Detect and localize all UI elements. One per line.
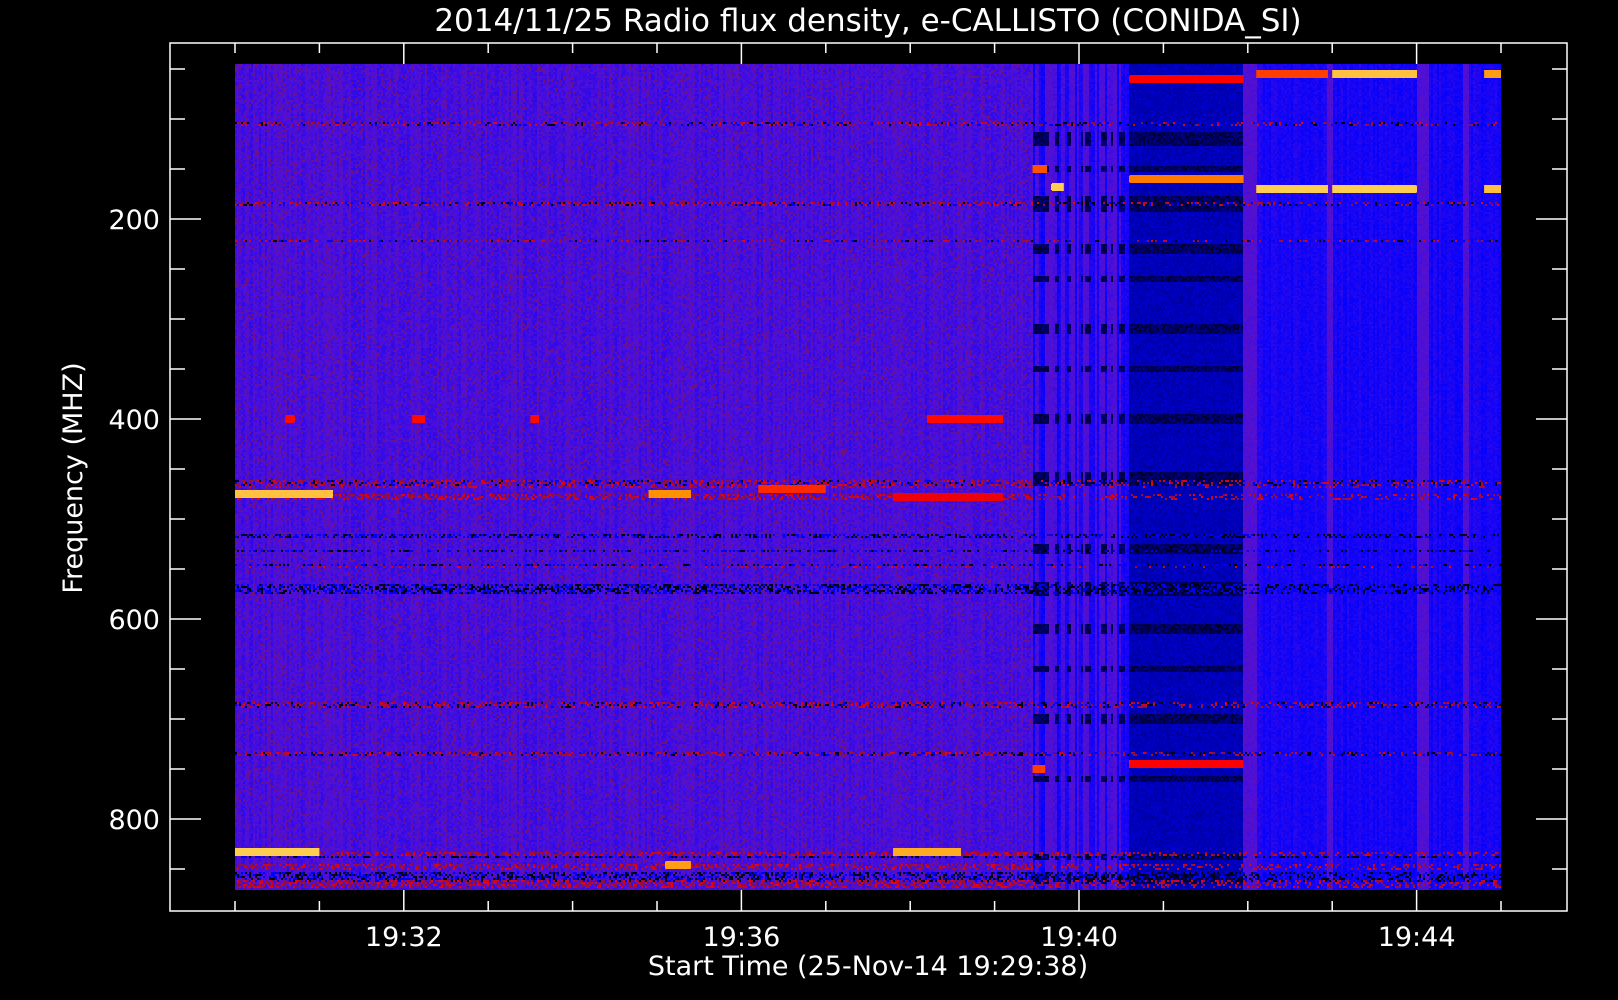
burst-feature: [1129, 75, 1244, 83]
burst-features: [235, 70, 1501, 869]
burst-feature: [1332, 185, 1417, 193]
y-tick-label: 600: [108, 605, 160, 636]
burst-feature: [1051, 183, 1064, 191]
x-axis-label: Start Time (25-Nov-14 19:29:38): [648, 951, 1088, 982]
plot-frame: [169, 42, 1568, 912]
burst-feature: [1332, 70, 1417, 78]
chart-title: 2014/11/25 Radio flux density, e-CALLIST…: [434, 3, 1301, 39]
y-axis-label: Frequency (MHZ): [58, 362, 89, 593]
burst-feature: [1256, 185, 1328, 193]
y-tick-label: 200: [108, 205, 160, 236]
y-tick-label: 800: [108, 805, 160, 836]
burst-feature: [285, 415, 295, 423]
burst-feature: [1256, 70, 1328, 78]
burst-feature: [530, 415, 539, 423]
y-tick-labels: 200 400 600 800: [108, 205, 160, 836]
burst-feature: [1129, 760, 1244, 768]
x-tick-label: 19:44: [1378, 922, 1456, 953]
burst-feature: [893, 493, 1004, 501]
burst-feature: [235, 848, 320, 856]
chart-axes: 19:32 19:36 19:40 19:44 200 400 600 800 …: [58, 3, 1568, 982]
x-tick-label: 19:40: [1040, 922, 1118, 953]
burst-feature: [1032, 165, 1047, 173]
burst-feature: [1484, 185, 1501, 193]
tick-marks: [170, 43, 1567, 911]
burst-feature: [412, 415, 425, 423]
x-tick-label: 19:36: [702, 922, 780, 953]
x-tick-labels: 19:32 19:36 19:40 19:44: [365, 922, 1456, 953]
burst-feature: [1129, 175, 1244, 183]
burst-feature: [758, 485, 826, 493]
burst-feature: [235, 490, 333, 498]
burst-feature: [927, 415, 1004, 423]
burst-feature: [893, 848, 961, 856]
burst-feature: [1484, 70, 1501, 78]
burst-feature: [1032, 765, 1046, 773]
burst-feature: [648, 490, 691, 498]
burst-feature: [665, 861, 691, 869]
y-tick-label: 400: [108, 405, 160, 436]
x-tick-label: 19:32: [365, 922, 443, 953]
